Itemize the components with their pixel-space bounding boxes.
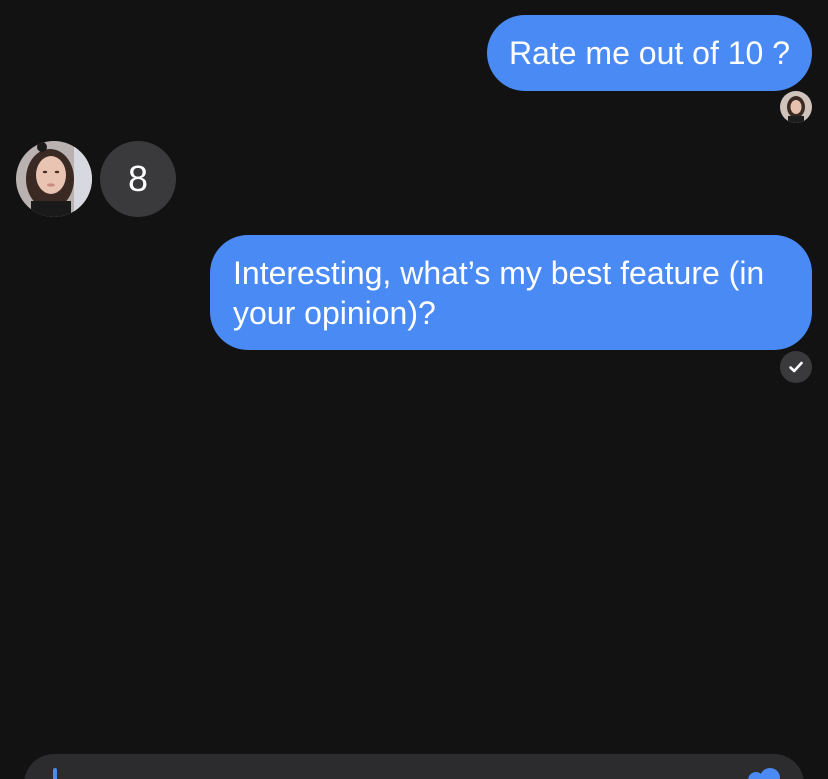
checkmark-icon xyxy=(789,361,803,373)
avatar-photo xyxy=(16,141,92,217)
contact-avatar[interactable] xyxy=(16,141,92,217)
text-cursor xyxy=(53,768,57,779)
message-text: Rate me out of 10 ? xyxy=(508,35,790,71)
message-input[interactable] xyxy=(24,754,804,779)
contact-avatar-small[interactable] xyxy=(780,91,812,123)
message-text: Interesting, what’s my best feature (in … xyxy=(233,255,765,331)
message-text: 8 xyxy=(127,158,149,199)
read-receipt-badge xyxy=(780,351,812,383)
received-message-bubble[interactable]: 8 xyxy=(100,141,176,217)
sent-message-bubble[interactable]: Interesting, what’s my best feature (in … xyxy=(210,235,812,350)
sent-message-bubble[interactable]: Rate me out of 10 ? xyxy=(486,15,812,91)
avatar-photo xyxy=(780,91,812,123)
chat-screen: Rate me out of 10 ? 8 Interesting, what’… xyxy=(0,0,828,779)
sticker-icon[interactable] xyxy=(740,766,788,779)
